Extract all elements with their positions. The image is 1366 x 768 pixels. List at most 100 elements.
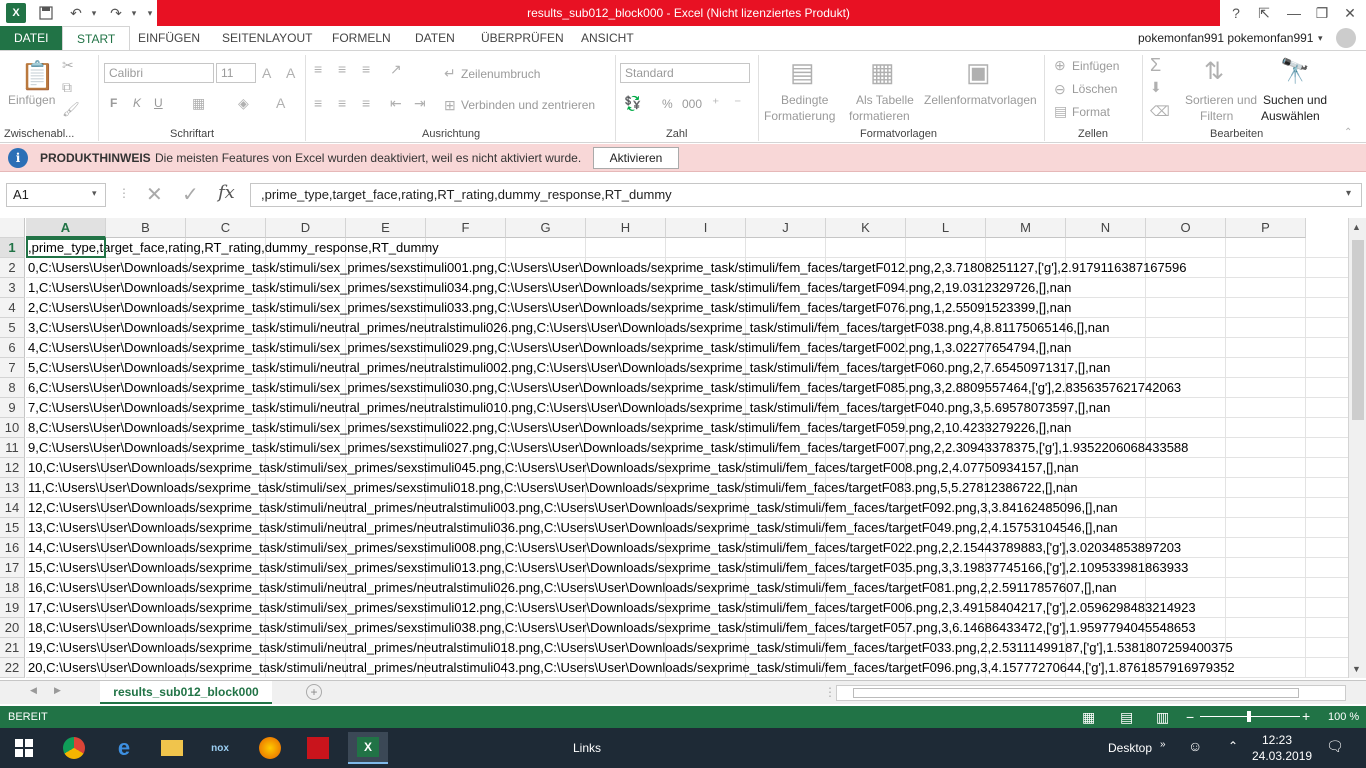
- row-header[interactable]: 5: [0, 318, 25, 338]
- borders-icon[interactable]: ▦: [192, 95, 205, 112]
- help-icon[interactable]: ?: [1226, 3, 1246, 23]
- italic-button[interactable]: K: [133, 96, 141, 110]
- row-header[interactable]: 2: [0, 258, 25, 278]
- tab-daten[interactable]: DATEN: [415, 26, 455, 50]
- row-header[interactable]: 10: [0, 418, 25, 438]
- row-header[interactable]: 20: [0, 618, 25, 638]
- sort-filter-label2[interactable]: Filtern: [1200, 109, 1233, 123]
- decrease-indent-icon[interactable]: ⇤: [390, 95, 402, 112]
- minimize-icon[interactable]: —: [1284, 3, 1304, 23]
- delete-cells-icon[interactable]: ⊖: [1054, 81, 1066, 98]
- column-header-j[interactable]: J: [746, 218, 826, 238]
- select-all-corner[interactable]: [0, 218, 25, 238]
- activate-button[interactable]: Aktivieren: [593, 147, 679, 169]
- find-select-button[interactable]: Suchen und: [1263, 93, 1327, 107]
- collapse-ribbon-icon[interactable]: ⌃: [1344, 127, 1352, 138]
- font-color-icon[interactable]: A: [276, 95, 285, 111]
- add-sheet-button[interactable]: +: [306, 684, 322, 700]
- tab-datei[interactable]: DATEI: [0, 26, 63, 50]
- fill-icon[interactable]: ⬇: [1150, 79, 1162, 96]
- tab-split-handle[interactable]: ⋮: [824, 685, 836, 699]
- excel-taskbar-icon[interactable]: X: [348, 732, 388, 764]
- cell-styles-button[interactable]: Zellenformatvorlagen: [924, 93, 1037, 107]
- column-header-d[interactable]: D: [266, 218, 346, 238]
- row-header[interactable]: 3: [0, 278, 25, 298]
- prev-sheet-icon[interactable]: ◀: [30, 685, 37, 696]
- merge-center-button[interactable]: Verbinden und zentrieren: [461, 98, 595, 112]
- sheet-tab-results[interactable]: results_sub012_block000: [100, 681, 272, 704]
- align-center-icon[interactable]: ≡: [338, 95, 346, 111]
- align-bottom-icon[interactable]: ≡: [362, 61, 370, 77]
- percent-button[interactable]: %: [662, 97, 673, 111]
- find-select-label2[interactable]: Auswählen: [1261, 109, 1320, 123]
- row-header[interactable]: 19: [0, 598, 25, 618]
- action-center-icon[interactable]: 🗨: [1326, 738, 1344, 755]
- row-header[interactable]: 15: [0, 518, 25, 538]
- bold-button[interactable]: F: [110, 96, 117, 110]
- table-row[interactable]: 18,C:\Users\User\Downloads/sexprime_task…: [26, 618, 1196, 638]
- next-sheet-icon[interactable]: ▶: [54, 685, 61, 696]
- clock-date[interactable]: 24.03.2019: [1252, 749, 1312, 763]
- scroll-down-icon[interactable]: ▼: [1352, 664, 1361, 674]
- fill-color-icon[interactable]: ◈: [238, 95, 249, 112]
- autosum-icon[interactable]: Σ: [1150, 55, 1161, 76]
- increase-decimal-icon[interactable]: ⁺: [712, 95, 719, 112]
- formula-input[interactable]: ,prime_type,target_face,rating,RT_rating…: [250, 183, 1362, 207]
- align-left-icon[interactable]: ≡: [314, 95, 322, 111]
- row-header[interactable]: 6: [0, 338, 25, 358]
- table-row[interactable]: 16,C:\Users\User\Downloads/sexprime_task…: [26, 578, 1117, 598]
- format-cells-button[interactable]: Format: [1072, 105, 1110, 119]
- close-icon[interactable]: ✕: [1340, 3, 1360, 23]
- zoom-slider-thumb[interactable]: [1247, 711, 1251, 722]
- desktop-toolbar[interactable]: Desktop: [1108, 741, 1152, 755]
- row-header[interactable]: 18: [0, 578, 25, 598]
- expand-formula-bar-icon[interactable]: ▾: [1346, 188, 1351, 199]
- save-icon[interactable]: [36, 3, 56, 23]
- row-header[interactable]: 7: [0, 358, 25, 378]
- nox-icon[interactable]: nox: [200, 732, 240, 764]
- page-layout-view-icon[interactable]: ▤: [1120, 709, 1133, 726]
- tab-seitenlayout[interactable]: SEITENLAYOUT: [222, 26, 312, 50]
- format-painter-icon[interactable]: 🖌: [62, 101, 80, 118]
- enter-icon[interactable]: ✓: [182, 182, 199, 207]
- desktop-chevron-icon[interactable]: »: [1160, 739, 1166, 750]
- column-header-h[interactable]: H: [586, 218, 666, 238]
- number-format-select[interactable]: Standard: [620, 63, 750, 83]
- normal-view-icon[interactable]: ▦: [1082, 709, 1095, 726]
- format-cells-icon[interactable]: ▤: [1054, 103, 1067, 120]
- tab-ueberpruefen[interactable]: ÜBERPRÜFEN: [481, 26, 564, 50]
- edge-icon[interactable]: e: [104, 732, 144, 764]
- grow-font-icon[interactable]: A: [262, 65, 271, 81]
- shrink-font-icon[interactable]: A: [286, 65, 295, 81]
- page-break-view-icon[interactable]: ▥: [1156, 709, 1169, 726]
- table-row[interactable]: 11,C:\Users\User\Downloads/sexprime_task…: [26, 478, 1078, 498]
- merge-center-icon[interactable]: ⊞: [444, 97, 456, 114]
- clear-icon[interactable]: ⌫: [1150, 103, 1170, 120]
- column-header-p[interactable]: P: [1226, 218, 1306, 238]
- row-header[interactable]: 12: [0, 458, 25, 478]
- delete-cells-button[interactable]: Löschen: [1072, 82, 1117, 96]
- undo-dropdown-icon[interactable]: ▾: [84, 3, 104, 23]
- row-header[interactable]: 8: [0, 378, 25, 398]
- copy-icon[interactable]: ⧉: [62, 79, 72, 96]
- conditional-formatting-button[interactable]: Bedingte: [781, 93, 828, 107]
- format-as-table-icon[interactable]: ▦: [870, 57, 895, 88]
- column-header-i[interactable]: I: [666, 218, 746, 238]
- paste-icon[interactable]: 📋: [20, 59, 55, 92]
- format-as-table-label2[interactable]: formatieren: [849, 109, 910, 123]
- table-row[interactable]: 19,C:\Users\User\Downloads/sexprime_task…: [26, 638, 1233, 658]
- zoom-level[interactable]: 100 %: [1328, 711, 1359, 723]
- increase-indent-icon[interactable]: ⇥: [414, 95, 426, 112]
- row-header[interactable]: 21: [0, 638, 25, 658]
- row-header[interactable]: 11: [0, 438, 25, 458]
- chrome-icon[interactable]: [54, 732, 94, 764]
- table-row[interactable]: 13,C:\Users\User\Downloads/sexprime_task…: [26, 518, 1118, 538]
- table-row[interactable]: 2,C:\Users\User\Downloads/sexprime_task/…: [26, 298, 1071, 318]
- table-row[interactable]: 8,C:\Users\User\Downloads/sexprime_task/…: [26, 418, 1071, 438]
- table-row[interactable]: 3,C:\Users\User\Downloads/sexprime_task/…: [26, 318, 1109, 338]
- table-row[interactable]: 10,C:\Users\User\Downloads/sexprime_task…: [26, 458, 1079, 478]
- tray-chevron-icon[interactable]: ⌃: [1228, 739, 1238, 753]
- font-name-select[interactable]: Calibri: [104, 63, 214, 83]
- wrap-text-icon[interactable]: ↵: [444, 65, 456, 82]
- insert-function-icon[interactable]: fx: [218, 182, 235, 203]
